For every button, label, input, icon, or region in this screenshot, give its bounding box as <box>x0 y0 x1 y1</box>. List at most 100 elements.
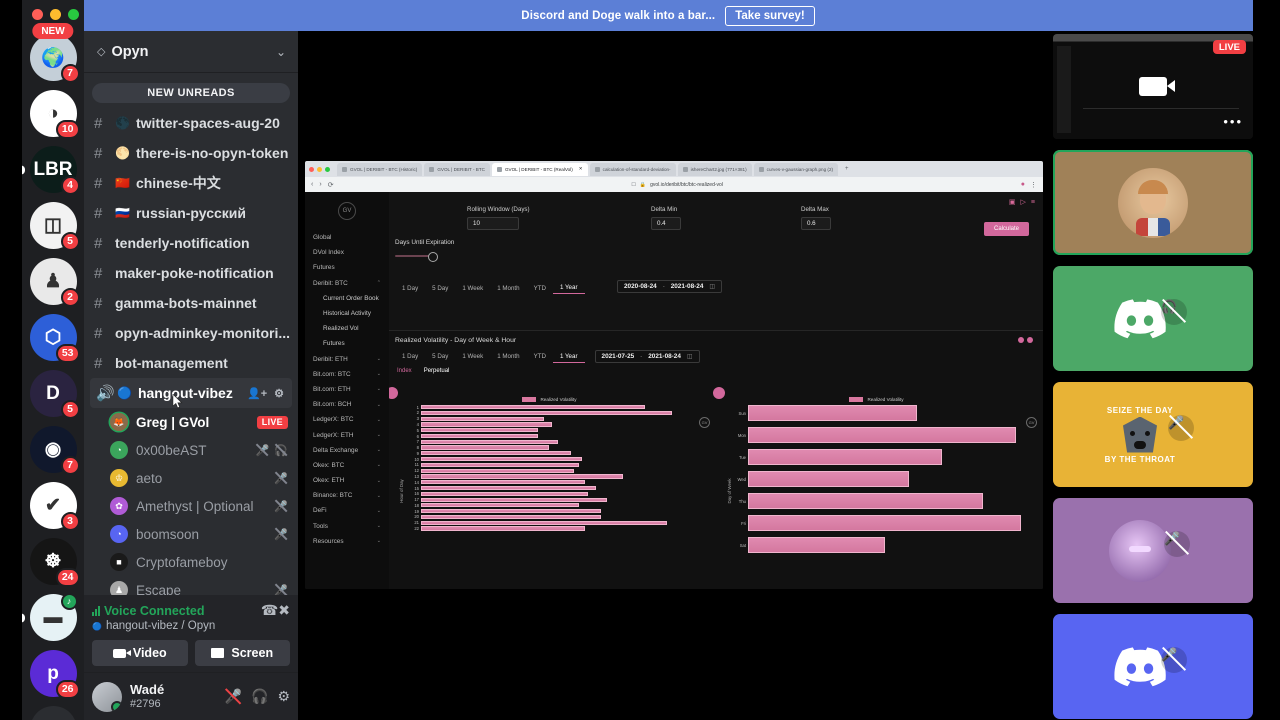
chevron-icon[interactable]: ⌄ <box>377 417 381 423</box>
calendar-icon[interactable]: ◫ <box>687 353 693 360</box>
gvol-nav-realized-vol[interactable]: Realized Vol <box>305 321 389 336</box>
voice-member-escape[interactable]: ♟ Escape 🎤 <box>84 576 298 595</box>
gvol-nav-bit-com-eth[interactable]: Bit.com: ETH ⌄ <box>305 382 389 397</box>
participant-tile-participant-amethyst[interactable]: 🎤 <box>1053 498 1253 603</box>
channel-bot-management[interactable]: # bot-management <box>84 348 298 378</box>
gear-icon[interactable]: ⚙ <box>277 688 290 705</box>
chart-sub-tabs[interactable]: Index Perpetual <box>389 363 1043 374</box>
participant-tile-participant-green[interactable]: 🎧 <box>1053 266 1253 371</box>
gvol-nav-dvol-index[interactable]: DVol Index <box>305 245 389 260</box>
address-field[interactable]: ☐ 🔒 gvol.io/deribit/btc/btc-realized-vol <box>340 182 1015 188</box>
channel-tenderly-notification[interactable]: # tenderly-notification <box>84 228 298 258</box>
days-until-expiration-slider[interactable]: Days Until Expiration <box>395 239 454 262</box>
voice-member-greg-gvol[interactable]: 🦊 Greg | GVol LIVE <box>84 408 298 436</box>
chevron-icon[interactable]: ⌄ <box>377 402 381 408</box>
top-date-from[interactable]: 2020-08-24 <box>624 283 657 290</box>
server-rail[interactable]: NEW🌍7◑10LBR4◫5♟2⬡53D5◉7✔3☸24▬♪p26+⦿ <box>22 0 84 720</box>
chart-date-from[interactable]: 2021-07-25 <box>602 353 635 360</box>
browser-tab[interactable]: calculation-of-standard-deviation- <box>589 162 676 176</box>
browser-window-controls[interactable] <box>309 166 330 172</box>
browser-tab[interactable]: GVOL | DERIBIT - BTC (RealVol) ✕ <box>491 162 588 176</box>
channel-chinese-中文[interactable]: # 🇨🇳 chinese-中文 <box>84 168 298 198</box>
participant-tile-participant-blue[interactable]: 🎤 <box>1053 614 1253 719</box>
chevron-icon[interactable]: ⌄ <box>377 538 381 544</box>
maximize-icon[interactable] <box>68 9 79 20</box>
bookmark-icon[interactable]: ☐ <box>631 182 635 188</box>
chevron-icon[interactable]: ⌄ <box>377 508 381 514</box>
gvol-nav-global[interactable]: Global <box>305 230 389 245</box>
top-range-1-month[interactable]: 1 Month <box>490 283 526 294</box>
new-unreads-bar[interactable]: NEW UNREADS <box>92 83 290 103</box>
guild-header[interactable]: ◇ Opyn ⌄ <box>84 31 298 73</box>
gvol-nav-bit-com-btc[interactable]: Bit.com: BTC ⌄ <box>305 367 389 382</box>
chevron-icon[interactable]: ⌄ <box>377 478 381 484</box>
delta-max-input[interactable]: 0.6 <box>801 217 831 230</box>
voice-member-aeto[interactable]: ♔ aeto 🎤 <box>84 464 298 492</box>
chevron-icon[interactable]: ⌃ <box>377 280 381 286</box>
server-icon-server-8[interactable]: ◉ 7 <box>29 426 80 475</box>
chart-range-ytd[interactable]: YTD <box>527 351 553 362</box>
headphones-icon[interactable]: 🎧 <box>251 688 268 705</box>
chevron-down-icon[interactable]: ⌄ <box>276 45 286 59</box>
channel-gamma-bots-mainnet[interactable]: # gamma-bots-mainnet <box>84 288 298 318</box>
delta-max-field[interactable]: Delta Max 0.6 <box>801 206 831 230</box>
calculate-button[interactable]: Calculate <box>983 222 1029 236</box>
gvol-nav-binance-btc[interactable]: Binance: BTC ⌄ <box>305 488 389 503</box>
shared-screen[interactable]: GVOL | DERIBIT - BTC (Historic) GVOL | DE… <box>305 161 1043 589</box>
close-icon[interactable] <box>32 9 43 20</box>
channel-there-is-no-opyn-token[interactable]: # 🌕 there-is-no-opyn-token <box>84 138 298 168</box>
participant-tile-participant-wolf[interactable]: SEIZE THE DAY BY THE THROAT 🎤 <box>1053 382 1253 487</box>
channel-list[interactable]: NEW UNREADS # 🌑 twitter-spaces-aug-20 # 🌕 ther… <box>84 73 298 595</box>
rolling-window-input[interactable]: 10 <box>467 217 519 230</box>
server-icon-server-10[interactable]: ☸ 24 <box>29 538 80 587</box>
window-controls[interactable] <box>32 9 79 20</box>
gvol-nav-ledgerx-btc[interactable]: LedgerX: BTC ⌄ <box>305 412 389 427</box>
hour-of-day-chart[interactable]: Realized Volatility Hour of Day 12345678… <box>389 387 716 589</box>
browser-tab[interactable]: GVOL | DERIBIT - BTC <box>424 162 490 176</box>
voice-member-0x00beast[interactable]: ◔ 0x00beAST 🎤 🎧 <box>84 436 298 464</box>
voice-channel-hangout-vibez[interactable]: 🔊 🔵 hangout-vibez 👤+ ⚙ <box>90 378 292 408</box>
disconnect-call-icon[interactable]: ☎✖ <box>261 602 290 619</box>
chevron-icon[interactable]: ⌄ <box>377 523 381 529</box>
take-survey-button[interactable]: Take survey! <box>725 5 815 26</box>
chart-range-1-year[interactable]: 1 Year <box>552 351 585 363</box>
voice-member-boomsoon[interactable]: ◔ boomsoon 🎤 <box>84 520 298 548</box>
forward-icon[interactable]: › <box>319 181 321 188</box>
chevron-icon[interactable]: ⌄ <box>377 493 381 499</box>
gvol-nav-delta-exchange[interactable]: Delta Exchange ⌄ <box>305 443 389 458</box>
delta-min-input[interactable]: 0.4 <box>651 217 681 230</box>
gvol-nav-current-order-book[interactable]: Current Order Book <box>305 291 389 306</box>
chart-range-5-day[interactable]: 5 Day <box>425 351 455 362</box>
card-actions[interactable] <box>1018 337 1033 343</box>
channel-twitter-spaces-aug-20[interactable]: # 🌑 twitter-spaces-aug-20 <box>84 108 298 138</box>
server-icon-server-2[interactable]: ◑ 10 <box>29 90 80 139</box>
gvol-nav-historical-activity[interactable]: Historical Activity <box>305 306 389 321</box>
server-icon-lbry[interactable]: LBR 4 <box>22 146 80 195</box>
chart-range-1-month[interactable]: 1 Month <box>490 351 526 362</box>
avatar[interactable] <box>92 681 122 712</box>
more-options-icon[interactable]: ••• <box>1223 114 1243 129</box>
extensions-icon[interactable]: ● <box>1021 181 1025 188</box>
server-icon-server-p[interactable]: p 26 <box>29 650 80 699</box>
mic-muted-icon[interactable]: 🎤 <box>225 688 242 705</box>
gvol-nav-ledgerx-eth[interactable]: LedgerX: ETH ⌄ <box>305 427 389 442</box>
server-icon-server-5[interactable]: ♟ 2 <box>29 258 80 307</box>
minimize-icon[interactable] <box>50 9 61 20</box>
delta-min-field[interactable]: Delta Min 0.4 <box>651 206 681 230</box>
slider-track[interactable] <box>395 252 438 262</box>
card-action-2-icon[interactable] <box>1027 337 1033 343</box>
chevron-icon[interactable]: ⌄ <box>377 432 381 438</box>
add-person-icon[interactable]: 👤+ <box>247 387 267 400</box>
gvol-nav-defi[interactable]: DeFi ⌄ <box>305 503 389 518</box>
chart-range-1-day[interactable]: 1 Day <box>395 351 425 362</box>
tab-index[interactable]: Index <box>397 368 412 374</box>
new-tab-button[interactable]: + <box>845 166 849 172</box>
chart-date-range[interactable]: 2021-07-25-2021-08-24 ◫ <box>594 350 700 363</box>
back-icon[interactable]: ‹ <box>311 181 313 188</box>
server-icon-server-6[interactable]: ⬡ 53 <box>29 314 80 363</box>
chart-range-selector[interactable]: 1 Day 5 Day 1 Week 1 Month YTD 1 Year 2021-07-… <box>389 344 1043 363</box>
gvol-nav-bit-com-bch[interactable]: Bit.com: BCH ⌄ <box>305 397 389 412</box>
top-date-range[interactable]: 2020-08-24 - 2021-08-24 ◫ <box>617 280 723 293</box>
gvol-nav-tools[interactable]: Tools ⌄ <box>305 519 389 534</box>
participant-tile-screen-share-preview[interactable]: LIVE ••• <box>1053 34 1253 139</box>
